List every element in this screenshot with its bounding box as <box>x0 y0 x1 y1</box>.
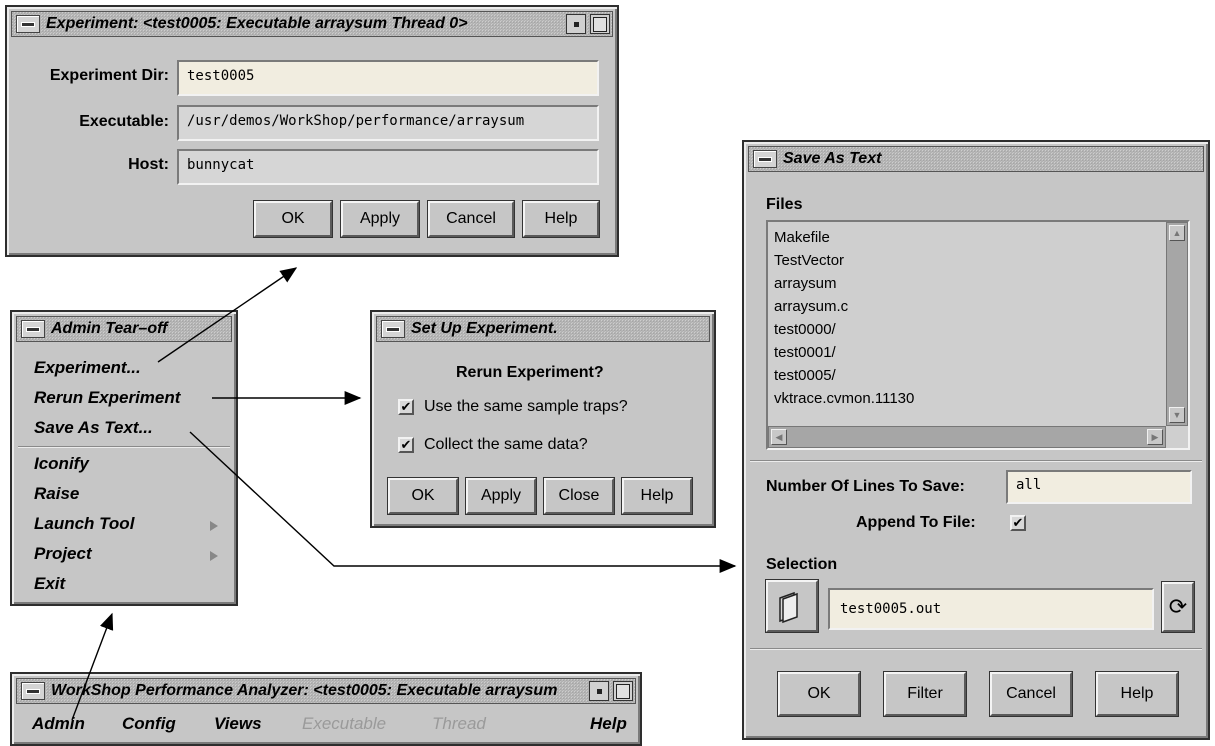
list-item[interactable]: test0000/ <box>768 318 1164 341</box>
window-menu-icon[interactable] <box>16 15 40 33</box>
experiment-dir-field[interactable]: test0005 <box>177 60 599 96</box>
menu-executable[interactable]: Executable <box>302 714 386 734</box>
minimize-icon[interactable] <box>589 681 609 701</box>
files-list[interactable]: Makefile TestVector arraysum arraysum.c … <box>766 220 1190 450</box>
list-item[interactable]: Makefile <box>768 226 1164 249</box>
folder-button[interactable] <box>765 579 819 633</box>
setup-heading: Rerun Experiment? <box>456 364 604 381</box>
help-button[interactable]: Help <box>621 477 693 515</box>
window-menu-icon[interactable] <box>753 150 777 168</box>
admin-titlebar[interactable]: Admin Tear–off <box>16 316 232 342</box>
minimize-icon[interactable] <box>566 14 586 34</box>
list-item[interactable]: TestVector <box>768 249 1164 272</box>
lines-to-save-field[interactable]: all <box>1006 470 1192 504</box>
admin-tearoff-window: Admin Tear–off Experiment... Rerun Exper… <box>10 310 238 606</box>
analyzer-titlebar[interactable]: WorkShop Performance Analyzer: <test0005… <box>16 678 636 704</box>
menu-views[interactable]: Views <box>214 714 262 734</box>
menu-admin[interactable]: Admin <box>32 714 85 734</box>
executable-label: Executable: <box>79 113 169 130</box>
horizontal-scrollbar[interactable]: ◀ ▶ <box>768 426 1166 448</box>
lines-to-save-label: Number Of Lines To Save: <box>766 478 965 495</box>
menu-config[interactable]: Config <box>122 714 176 734</box>
divider <box>750 648 1202 650</box>
menu-item-experiment[interactable]: Experiment... <box>34 358 141 378</box>
menu-item-save-as-text[interactable]: Save As Text... <box>34 418 153 438</box>
selection-label: Selection <box>766 556 838 573</box>
setup-titlebar[interactable]: Set Up Experiment. <box>376 316 710 342</box>
help-button[interactable]: Help <box>522 200 600 238</box>
same-traps-checkbox[interactable]: ✔ <box>398 399 414 415</box>
cancel-button[interactable]: Cancel <box>427 200 515 238</box>
append-to-file-label: Append To File: <box>856 514 976 531</box>
window-title: WorkShop Performance Analyzer: <test0005… <box>51 682 558 699</box>
save-as-text-window: Save As Text Files Makefile TestVector a… <box>742 140 1210 740</box>
host-label: Host: <box>128 156 169 173</box>
folder-icon <box>779 591 798 624</box>
setup-experiment-window: Set Up Experiment. Rerun Experiment? ✔ U… <box>370 310 716 528</box>
apply-button[interactable]: Apply <box>340 200 420 238</box>
scroll-up-icon[interactable]: ▲ <box>1169 225 1185 241</box>
list-item[interactable]: test0005/ <box>768 364 1164 387</box>
close-button[interactable]: Close <box>543 477 615 515</box>
submenu-arrow-icon <box>210 521 218 531</box>
menu-item-project[interactable]: Project <box>34 544 92 564</box>
selection-field[interactable]: test0005.out <box>828 588 1154 630</box>
refresh-icon: ⟳ <box>1168 594 1188 619</box>
apply-button[interactable]: Apply <box>465 477 537 515</box>
experiment-window: Experiment: <test0005: Executable arrays… <box>5 5 619 257</box>
window-menu-icon[interactable] <box>21 682 45 700</box>
menu-help[interactable]: Help <box>590 714 627 734</box>
menu-item-exit[interactable]: Exit <box>34 574 65 594</box>
window-title: Admin Tear–off <box>51 320 168 337</box>
menu-item-rerun-experiment[interactable]: Rerun Experiment <box>34 388 180 408</box>
performance-analyzer-window: WorkShop Performance Analyzer: <test0005… <box>10 672 642 746</box>
ok-button[interactable]: OK <box>777 671 861 717</box>
host-field[interactable]: bunnycat <box>177 149 599 185</box>
maximize-icon[interactable] <box>613 681 633 701</box>
maximize-icon[interactable] <box>590 14 610 34</box>
same-data-checkbox[interactable]: ✔ <box>398 437 414 453</box>
experiment-dir-label: Experiment Dir: <box>49 67 169 84</box>
filter-button[interactable]: Filter <box>883 671 967 717</box>
refresh-button[interactable]: ⟳ <box>1161 581 1195 633</box>
window-menu-icon[interactable] <box>21 320 45 338</box>
divider <box>750 460 1202 462</box>
menu-separator <box>18 446 230 448</box>
same-data-label: Collect the same data? <box>424 436 588 453</box>
list-item[interactable]: test0001/ <box>768 341 1164 364</box>
window-title: Set Up Experiment. <box>411 320 558 337</box>
append-to-file-checkbox[interactable]: ✔ <box>1010 515 1026 531</box>
menu-item-iconify[interactable]: Iconify <box>34 454 89 474</box>
menu-item-launch-tool[interactable]: Launch Tool <box>34 514 134 534</box>
same-traps-label: Use the same sample traps? <box>424 398 628 415</box>
vertical-scrollbar[interactable]: ▲ ▼ <box>1166 222 1188 426</box>
menu-item-raise[interactable]: Raise <box>34 484 79 504</box>
window-title: Experiment: <test0005: Executable arrays… <box>46 15 468 32</box>
help-button[interactable]: Help <box>1095 671 1179 717</box>
ok-button[interactable]: OK <box>253 200 333 238</box>
files-label: Files <box>766 196 803 213</box>
window-title: Save As Text <box>783 150 882 167</box>
cancel-button[interactable]: Cancel <box>989 671 1073 717</box>
ok-button[interactable]: OK <box>387 477 459 515</box>
list-item[interactable]: vktrace.cvmon.11130 <box>768 387 1164 410</box>
experiment-titlebar[interactable]: Experiment: <test0005: Executable arrays… <box>11 11 613 37</box>
scroll-down-icon[interactable]: ▼ <box>1169 407 1185 423</box>
list-item[interactable]: arraysum.c <box>768 295 1164 318</box>
menu-thread[interactable]: Thread <box>432 714 486 734</box>
scroll-right-icon[interactable]: ▶ <box>1147 429 1163 445</box>
list-item[interactable]: arraysum <box>768 272 1164 295</box>
save-titlebar[interactable]: Save As Text <box>748 146 1204 172</box>
window-menu-icon[interactable] <box>381 320 405 338</box>
executable-field[interactable]: /usr/demos/WorkShop/performance/arraysum <box>177 105 599 141</box>
scroll-left-icon[interactable]: ◀ <box>771 429 787 445</box>
submenu-arrow-icon <box>210 551 218 561</box>
